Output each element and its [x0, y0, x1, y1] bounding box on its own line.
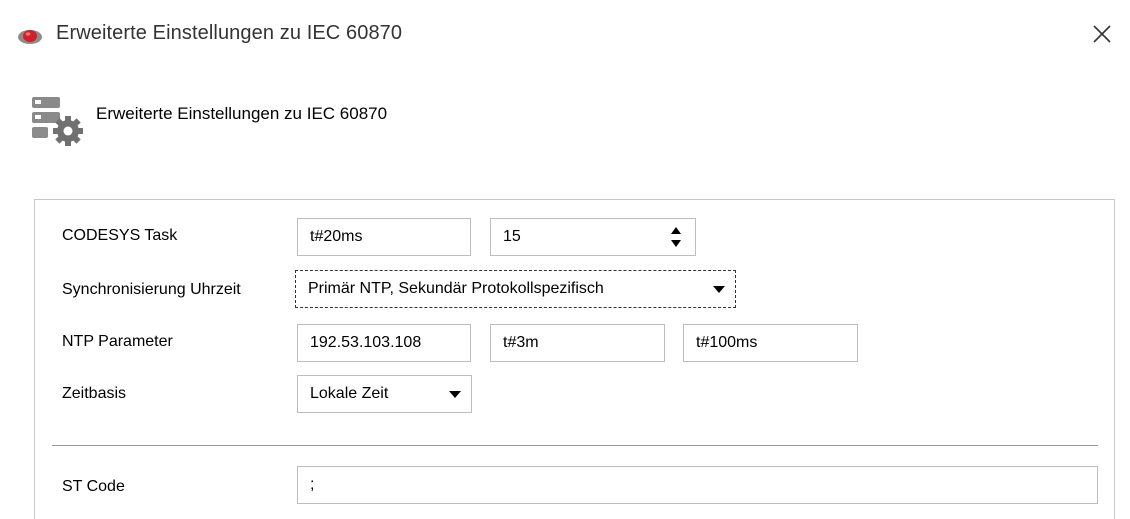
title-bar: Erweiterte Einstellungen zu IEC 60870 [0, 0, 1130, 70]
st-code-value: ; [310, 476, 315, 493]
sync-time-label: Synchronisierung Uhrzeit [62, 281, 241, 298]
codesys-device-icon [18, 30, 42, 44]
ntp-interval-input[interactable]: t#3m [490, 324, 665, 362]
chevron-down-icon [713, 286, 725, 293]
spin-up-icon[interactable] [671, 227, 681, 234]
st-code-label: ST Code [62, 478, 125, 495]
codesys-task-label: CODESYS Task [62, 227, 178, 244]
sync-time-select[interactable]: Primär NTP, Sekundär Protokollspezifisch [295, 270, 736, 308]
task-priority-value: 15 [503, 228, 521, 245]
time-base-label: Zeitbasis [62, 385, 127, 402]
ntp-server-input[interactable]: 192.53.103.108 [297, 324, 471, 362]
header-title: Erweiterte Einstellungen zu IEC 60870 [96, 104, 388, 123]
ntp-parameter-label: NTP Parameter [62, 333, 173, 350]
task-interval-input[interactable]: t#20ms [297, 218, 471, 256]
ntp-server-value: 192.53.103.108 [310, 334, 422, 351]
close-button[interactable] [1082, 16, 1122, 52]
chevron-down-icon [449, 391, 461, 398]
dialog-window: Erweiterte Einstellungen zu IEC 60870 Er… [0, 0, 1130, 519]
ntp-timeout-value: t#100ms [696, 334, 758, 351]
sync-time-value: Primär NTP, Sekundär Protokollspezifisch [308, 280, 604, 297]
time-base-select[interactable]: Lokale Zeit [297, 375, 472, 413]
ntp-timeout-input[interactable]: t#100ms [683, 324, 858, 362]
ntp-interval-value: t#3m [503, 334, 539, 351]
task-interval-value: t#20ms [310, 228, 363, 245]
window-title: Erweiterte Einstellungen zu IEC 60870 [56, 22, 403, 44]
task-priority-stepper[interactable]: 15 [490, 218, 696, 256]
spin-down-icon[interactable] [671, 240, 681, 247]
section-divider [52, 445, 1098, 446]
st-code-input[interactable]: ; [297, 466, 1098, 504]
server-settings-icon [32, 97, 83, 146]
close-icon [1093, 25, 1111, 43]
time-base-value: Lokale Zeit [310, 385, 389, 402]
